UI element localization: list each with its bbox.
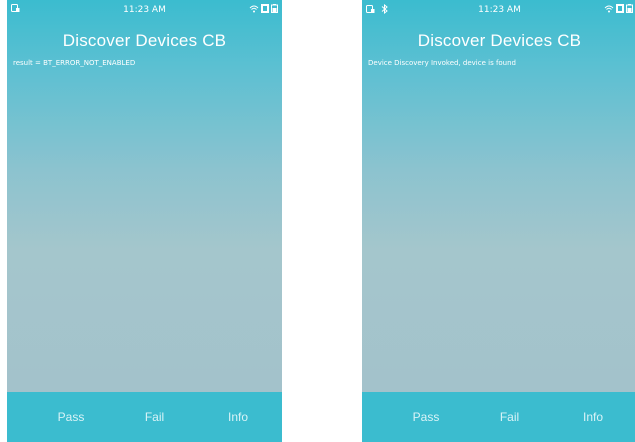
fail-button[interactable]: Fail [125,410,185,424]
status-right-icons [604,4,633,16]
status-time: 11:23 AM [478,5,521,15]
signal-icon [261,4,269,16]
result-message: Device Discovery Invoked, device is foun… [368,59,517,67]
page-title: Discover Devices CB [62,31,227,50]
status-bar: 11:23 AM [7,0,282,20]
bottom-action-bar: Pass Fail Info [362,392,635,442]
signal-icon [616,4,624,16]
wifi-icon [604,5,614,16]
status-time: 11:23 AM [123,5,166,15]
wifi-icon [249,5,259,16]
pass-button[interactable]: Pass [396,410,456,424]
status-right-icons [249,4,278,16]
info-button[interactable]: Info [563,410,623,424]
page-title: Discover Devices CB [417,31,582,50]
info-button[interactable]: Info [208,410,268,424]
phone-screen-left: 11:23 AM Discover Devices CB result = BT… [7,0,282,442]
battery-icon [626,4,633,16]
fail-button[interactable]: Fail [480,410,540,424]
pass-button[interactable]: Pass [41,410,101,424]
battery-icon [271,4,278,16]
status-bar: 11:23 AM [362,0,635,20]
result-message: result = BT_ERROR_NOT_ENABLED [13,59,136,67]
phone-screen-right: 11:23 AM Discover Devices CB Device Disc… [362,0,635,442]
bottom-action-bar: Pass Fail Info [7,392,282,442]
